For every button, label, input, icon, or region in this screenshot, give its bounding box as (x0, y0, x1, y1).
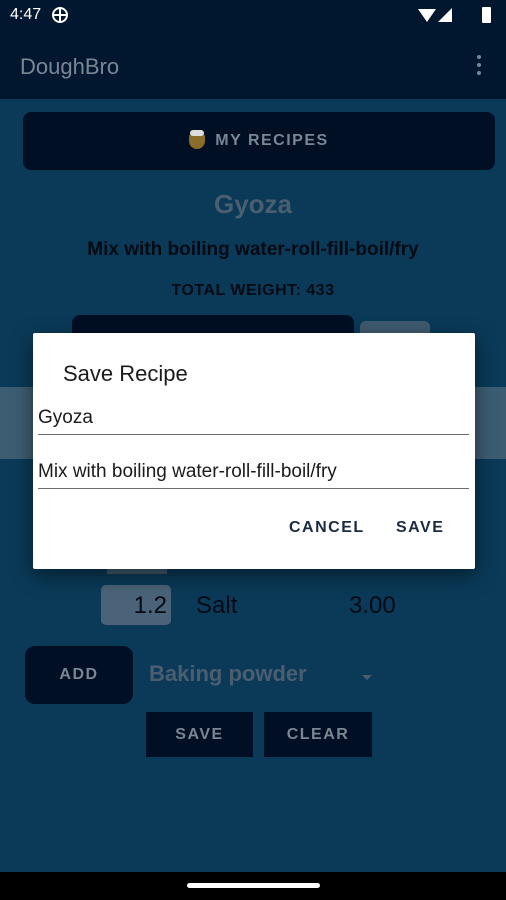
clear-button[interactable]: CLEAR (264, 712, 372, 757)
recipe-title: Gyoza (213, 189, 293, 219)
recipe-name-field[interactable] (38, 401, 469, 435)
save-button[interactable]: SAVE (146, 712, 253, 757)
ingredient-select[interactable]: Baking powder (149, 661, 307, 687)
overflow-menu-icon[interactable] (476, 55, 482, 77)
dialog-cancel-button[interactable]: CANCEL (289, 519, 365, 537)
ingredient-weight: 3.00 (349, 592, 396, 619)
wifi-icon (418, 9, 436, 22)
navigation-bar (0, 872, 506, 900)
add-button[interactable]: ADD (25, 646, 133, 704)
my-recipes-label: MY RECIPES (215, 132, 329, 149)
app-title: DoughBro (20, 54, 120, 79)
vpn-icon (52, 7, 68, 23)
status-bar: 4:47 (0, 0, 506, 32)
signal-icon (438, 8, 452, 22)
dropdown-arrow-icon[interactable] (362, 675, 372, 680)
home-handle[interactable] (187, 883, 320, 888)
my-recipes-button[interactable]: MY RECIPES (23, 112, 495, 170)
battery-icon (482, 7, 491, 23)
ingredient-quantity-field[interactable]: 1.2 (101, 585, 171, 625)
recipe-description-field[interactable] (38, 455, 469, 489)
dialog-title: Save Recipe (63, 361, 188, 386)
dialog-save-button[interactable]: SAVE (396, 519, 444, 537)
status-time: 4:47 (10, 6, 42, 23)
app-bar: DoughBro (0, 32, 506, 99)
ingredient-name: Salt (196, 592, 238, 619)
save-recipe-dialog: Save Recipe CANCEL SAVE (33, 333, 475, 569)
total-weight: TOTAL WEIGHT: 433 (171, 282, 335, 299)
chef-icon (189, 130, 206, 149)
recipe-description: Mix with boiling water-roll-fill-boil/fr… (87, 239, 419, 260)
